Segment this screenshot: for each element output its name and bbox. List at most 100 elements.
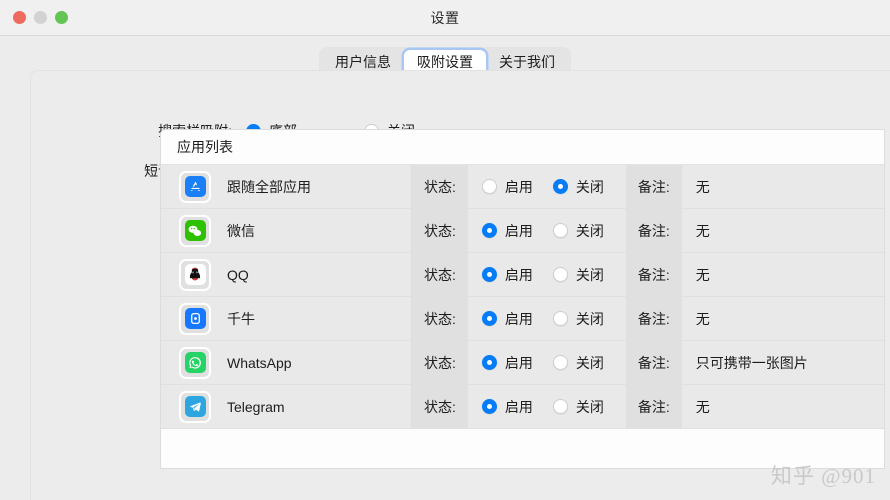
radio-label: 启用 <box>504 222 533 239</box>
remark-value: 无 <box>695 310 710 327</box>
app-state-cell: 状态: 启用 关闭 <box>412 296 604 341</box>
radio-label: 启用 <box>504 354 533 371</box>
state-radio-group: 启用 关闭 <box>468 209 604 253</box>
state-radio-group: 启用 关闭 <box>468 385 604 429</box>
state-radio-group: 启用 关闭 <box>468 253 604 297</box>
app-remark-cell: 备注: 无 <box>625 164 710 209</box>
radio-label: 关闭 <box>575 310 604 327</box>
table-row[interactable]: Telegram 状态: 启用 关闭 备注: 无 <box>161 384 884 429</box>
qq-icon <box>184 264 206 285</box>
state-option-disable[interactable]: 关闭 <box>552 309 604 329</box>
state-option-enable[interactable]: 启用 <box>481 353 533 373</box>
radio-indicator[interactable] <box>552 399 568 414</box>
app-icon-container <box>179 346 211 379</box>
app-icon-container <box>179 302 211 335</box>
remark-column-label: 备注: <box>625 164 682 209</box>
remark-value: 无 <box>695 266 710 283</box>
radio-indicator[interactable] <box>552 223 568 238</box>
radio-indicator[interactable] <box>481 179 497 194</box>
state-option-enable[interactable]: 启用 <box>481 221 533 241</box>
app-name-cell: QQ <box>161 252 412 297</box>
window-title: 设置 <box>430 9 460 26</box>
radio-label: 关闭 <box>575 266 604 283</box>
app-state-cell: 状态: 启用 关闭 <box>412 384 604 429</box>
state-option-disable[interactable]: 关闭 <box>552 353 604 373</box>
state-column-label: 状态: <box>412 340 468 385</box>
remark-column-label: 备注: <box>625 296 682 341</box>
state-option-enable[interactable]: 启用 <box>481 309 533 329</box>
app-name-label: 微信 <box>227 222 255 239</box>
radio-indicator[interactable] <box>481 267 497 282</box>
app-name-cell: WhatsApp <box>161 340 412 385</box>
app-name-label: 跟随全部应用 <box>227 178 311 195</box>
app-state-cell: 状态: 启用 关闭 <box>412 164 604 209</box>
app-remark-cell: 备注: 无 <box>625 252 710 297</box>
state-option-disable[interactable]: 关闭 <box>552 265 604 285</box>
remark-column-label: 备注: <box>625 340 682 385</box>
state-option-enable[interactable]: 启用 <box>481 177 533 197</box>
app-remark-cell: 备注: 只可携带一张图片 <box>625 340 808 385</box>
state-option-disable[interactable]: 关闭 <box>552 397 604 417</box>
radio-label: 关闭 <box>575 222 604 239</box>
app-state-cell: 状态: 启用 关闭 <box>412 252 604 297</box>
zoom-window-button[interactable] <box>55 11 68 24</box>
radio-indicator[interactable] <box>552 179 568 194</box>
window-titlebar: 设置 <box>0 0 890 36</box>
table-row[interactable]: 跟随全部应用 状态: 启用 关闭 备注: 无 <box>161 164 884 209</box>
radio-label: 启用 <box>504 178 533 195</box>
app-list-header: 应用列表 <box>161 130 884 165</box>
radio-label: 启用 <box>504 266 533 283</box>
app-state-cell: 状态: 启用 关闭 <box>412 340 604 385</box>
radio-indicator[interactable] <box>552 267 568 282</box>
radio-label: 启用 <box>504 310 533 327</box>
state-column-label: 状态: <box>412 252 468 297</box>
app-remark-cell: 备注: 无 <box>625 208 710 253</box>
app-icon-container <box>179 390 211 423</box>
state-column-label: 状态: <box>412 208 468 253</box>
state-radio-group: 启用 关闭 <box>468 165 604 209</box>
state-option-enable[interactable]: 启用 <box>481 397 533 417</box>
app-remark-cell: 备注: 无 <box>625 296 710 341</box>
radio-indicator[interactable] <box>481 223 497 238</box>
table-row[interactable]: WhatsApp 状态: 启用 关闭 备注: 只可携带一张图片 <box>161 340 884 385</box>
radio-label: 关闭 <box>575 354 604 371</box>
radio-indicator[interactable] <box>481 399 497 414</box>
app-state-cell: 状态: 启用 关闭 <box>412 208 604 253</box>
app-name-label: Telegram <box>227 398 285 415</box>
state-column-label: 状态: <box>412 384 468 429</box>
state-option-disable[interactable]: 关闭 <box>552 177 604 197</box>
whatsapp-icon <box>184 352 206 373</box>
traffic-light-group <box>13 11 68 24</box>
table-row[interactable]: 微信 状态: 启用 关闭 备注: 无 <box>161 208 884 253</box>
wechat-icon <box>184 220 206 241</box>
app-name-label: QQ <box>227 266 249 283</box>
radio-label: 关闭 <box>575 398 604 415</box>
state-radio-group: 启用 关闭 <box>468 341 604 385</box>
state-column-label: 状态: <box>412 164 468 209</box>
state-option-disable[interactable]: 关闭 <box>552 221 604 241</box>
table-row[interactable]: 千牛 状态: 启用 关闭 备注: 无 <box>161 296 884 341</box>
app-list-body: 跟随全部应用 状态: 启用 关闭 备注: 无微信 状态: 启用 关闭 备注: 无 QQ 状态: 启用 关闭备… <box>161 164 884 429</box>
close-window-button[interactable] <box>13 11 26 24</box>
app-name-cell: Telegram <box>161 384 412 429</box>
radio-indicator[interactable] <box>552 311 568 326</box>
radio-label: 启用 <box>504 398 533 415</box>
remark-column-label: 备注: <box>625 252 682 297</box>
remark-value: 只可携带一张图片 <box>695 354 808 371</box>
remark-value: 无 <box>695 178 710 195</box>
radio-label: 关闭 <box>575 178 604 195</box>
app-name-label: 千牛 <box>227 310 255 327</box>
qianniu-icon <box>184 308 206 329</box>
radio-indicator[interactable] <box>481 311 497 326</box>
app-name-label: WhatsApp <box>227 354 292 371</box>
app-name-cell: 跟随全部应用 <box>161 164 412 209</box>
table-row[interactable]: QQ 状态: 启用 关闭 备注: 无 <box>161 252 884 297</box>
app-name-cell: 微信 <box>161 208 412 253</box>
minimize-window-button[interactable] <box>34 11 47 24</box>
remark-column-label: 备注: <box>625 208 682 253</box>
app-list-panel: 应用列表 跟随全部应用 状态: 启用 关闭 备注: 无微信 状态: 启用 关闭 备注: 无 QQ 状态:… <box>160 129 885 469</box>
radio-indicator[interactable] <box>481 355 497 370</box>
appstore-icon <box>184 176 206 197</box>
state-option-enable[interactable]: 启用 <box>481 265 533 285</box>
radio-indicator[interactable] <box>552 355 568 370</box>
